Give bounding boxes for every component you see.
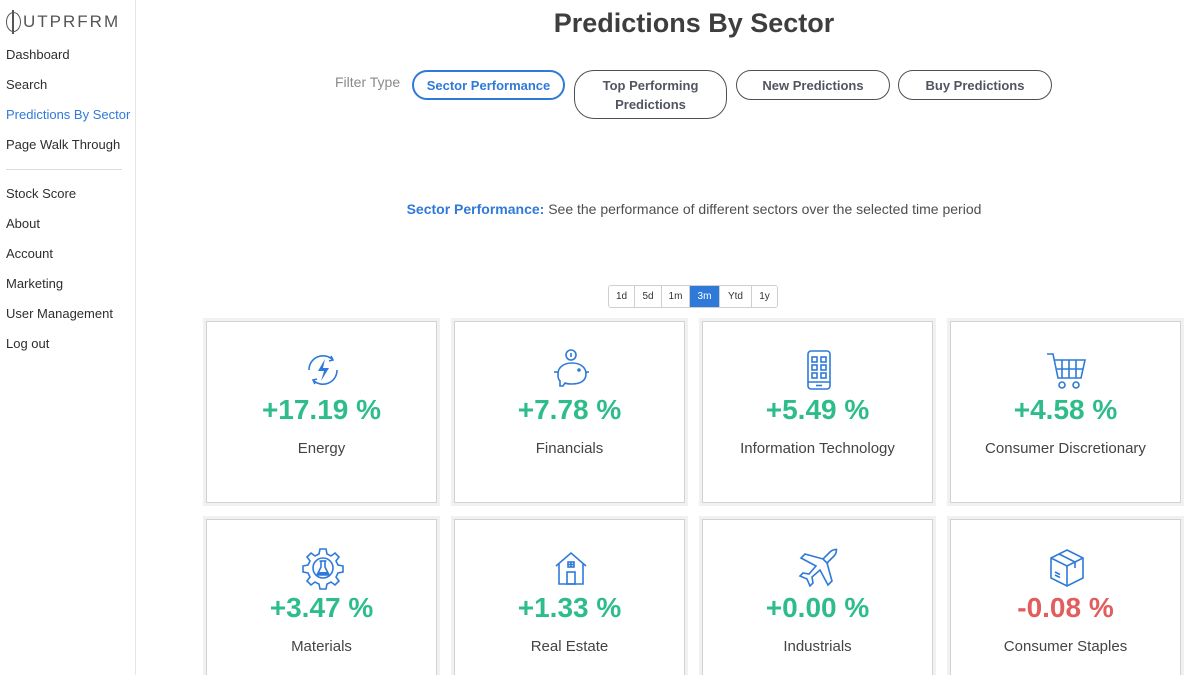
description-text: See the performance of different sectors… [544, 201, 982, 217]
house-icon [549, 546, 593, 590]
period-1m-button[interactable]: 1m [662, 286, 690, 307]
sidebar-item-dashboard[interactable]: Dashboard [6, 40, 130, 70]
sector-value: +3.47 % [269, 592, 374, 623]
period-3m-button[interactable]: 3m [690, 286, 720, 307]
logo[interactable]: UTPRFRM [6, 10, 121, 34]
filter-type-label: Filter Type [335, 74, 401, 90]
sector-card-consumer-discretionary[interactable]: +4.58 % Consumer Discretionary [950, 321, 1181, 503]
app: UTPRFRM Dashboard Search Predictions By … [0, 0, 1200, 675]
sidebar-item-log-out[interactable]: Log out [6, 329, 130, 359]
logo-mark-icon [6, 10, 21, 34]
sector-value: +0.00 % [765, 592, 870, 623]
sector-card-consumer-staples[interactable]: -0.08 % Consumer Staples [950, 519, 1181, 675]
sector-value: +7.78 % [517, 394, 622, 425]
sector-value: +17.19 % [261, 394, 382, 425]
mobile-apps-icon [797, 348, 841, 392]
filter-new-predictions-button[interactable]: New Predictions [736, 70, 890, 100]
section-description: Sector Performance: See the performance … [136, 201, 1200, 217]
sector-name: Real Estate [530, 638, 609, 655]
sidebar-item-stock-score[interactable]: Stock Score [6, 179, 130, 209]
box-icon [1045, 546, 1089, 590]
sidebar: UTPRFRM Dashboard Search Predictions By … [0, 0, 136, 675]
sidebar-item-user-management[interactable]: User Management [6, 299, 130, 329]
filter-top-performing-predictions-button[interactable]: Top Performing Predictions [574, 70, 727, 119]
sector-card-materials[interactable]: +3.47 % Materials [206, 519, 437, 675]
sidebar-item-marketing[interactable]: Marketing [6, 269, 130, 299]
sector-name: Consumer Staples [1003, 638, 1128, 655]
logo-text: UTPRFRM [23, 12, 121, 31]
sector-name: Information Technology [740, 440, 895, 457]
filter-sector-performance-button[interactable]: Sector Performance [412, 70, 565, 100]
sector-name: Energy [297, 440, 346, 457]
filter-buy-predictions-button[interactable]: Buy Predictions [898, 70, 1052, 100]
shopping-cart-icon [1045, 348, 1089, 392]
sector-name: Financials [535, 440, 604, 457]
period-1d-button[interactable]: 1d [609, 286, 635, 307]
sidebar-item-about[interactable]: About [6, 209, 130, 239]
sector-value: -0.08 % [1017, 592, 1114, 623]
sidebar-item-search[interactable]: Search [6, 70, 130, 100]
sector-card-financials[interactable]: +7.78 % Financials [454, 321, 685, 503]
period-ytd-button[interactable]: Ytd [720, 286, 752, 307]
sector-card-industrials[interactable]: +0.00 % Industrials [702, 519, 933, 675]
period-5d-button[interactable]: 5d [635, 286, 662, 307]
sector-name: Industrials [783, 638, 852, 655]
sector-card-real-estate[interactable]: +1.33 % Real Estate [454, 519, 685, 675]
sidebar-item-account[interactable]: Account [6, 239, 130, 269]
sidebar-item-page-walk-through[interactable]: Page Walk Through [6, 130, 130, 160]
sector-name: Materials [291, 638, 352, 655]
gear-flask-icon [301, 546, 345, 590]
sector-value: +5.49 % [765, 394, 870, 425]
sector-name: Consumer Discretionary [985, 440, 1146, 457]
time-period-selector: 1d 5d 1m 3m Ytd 1y [608, 285, 778, 308]
sector-value: +1.33 % [517, 592, 622, 623]
sidebar-divider [6, 169, 122, 170]
sector-card-energy[interactable]: +17.19 % Energy [206, 321, 437, 503]
energy-icon [301, 348, 345, 392]
sidebar-item-predictions-by-sector[interactable]: Predictions By Sector [6, 100, 130, 130]
page-title: Predictions By Sector [553, 8, 835, 38]
piggy-bank-icon [549, 348, 593, 392]
sector-value: +4.58 % [1013, 394, 1118, 425]
period-1y-button[interactable]: 1y [752, 286, 777, 307]
sidebar-nav: Dashboard Search Predictions By Sector P… [6, 40, 130, 359]
description-highlight: Sector Performance: [406, 201, 545, 217]
sector-card-information-technology[interactable]: +5.49 % Information Technology [702, 321, 933, 503]
airplane-icon [797, 546, 841, 590]
main-content: Predictions By Sector Filter Type Sector… [136, 0, 1200, 675]
